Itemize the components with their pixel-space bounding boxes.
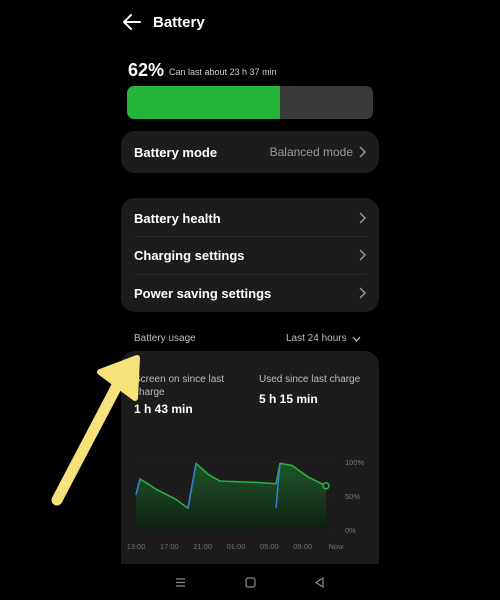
battery-settings-card: Battery health Charging settings Power s… [121, 198, 379, 312]
battery-level-bar [127, 86, 373, 119]
used-since-stat: Used since last charge 5 h 15 min [259, 373, 374, 406]
x-tick-label: 21:00 [193, 542, 212, 551]
chevron-right-icon [359, 249, 366, 261]
battery-level-fill [127, 86, 280, 119]
battery-usage-chart: 100% 50% 0% 13:00 17:00 21:00 01:00 05:00 09:00 N… [127, 458, 365, 551]
settings-item-power-saving[interactable]: Power saving settings [134, 275, 366, 311]
battery-percent: 62% [128, 60, 165, 80]
back-icon[interactable] [314, 577, 325, 588]
y-tick-label: 0% [345, 526, 356, 535]
used-since-value: 5 h 15 min [259, 392, 318, 406]
chevron-right-icon [359, 212, 366, 224]
settings-item-label: Charging settings [134, 247, 245, 263]
y-tick-label: 100% [345, 458, 365, 467]
y-tick-label: 50% [345, 492, 360, 501]
battery-remaining-time: Can last about 23 h 37 min [169, 67, 277, 77]
back-arrow-icon[interactable] [120, 10, 144, 34]
x-tick-label: 09:00 [293, 542, 312, 551]
chevron-down-icon [352, 336, 361, 342]
x-tick-label: Now [328, 542, 344, 551]
battery-mode-label: Battery mode [134, 144, 218, 160]
settings-item-label: Power saving settings [134, 285, 272, 301]
x-tick-label: 17:00 [160, 542, 179, 551]
page-title: Battery [153, 14, 205, 31]
battery-usage-label: Battery usage [134, 333, 196, 344]
usage-range-value: Last 24 hours [286, 333, 347, 344]
battery-mode-card[interactable]: Battery mode Balanced mode [121, 131, 379, 173]
usage-range-dropdown[interactable]: Last 24 hours [286, 333, 361, 344]
battery-mode-value: Balanced mode [269, 145, 353, 159]
x-tick-label: 05:00 [260, 542, 279, 551]
x-tick-label: 01:00 [227, 542, 246, 551]
settings-item-battery-health[interactable]: Battery health [134, 200, 366, 236]
chevron-right-icon [359, 146, 366, 158]
menu-icon[interactable] [175, 577, 186, 588]
settings-item-label: Battery health [134, 210, 221, 226]
chevron-right-icon [359, 287, 366, 299]
x-tick-label: 13:00 [127, 542, 146, 551]
home-icon[interactable] [245, 577, 256, 588]
current-point [322, 482, 330, 490]
series-area [136, 463, 326, 530]
annotation-arrow-icon [51, 355, 140, 506]
used-since-label: Used since last charge [259, 374, 361, 385]
battery-mode-row[interactable]: Battery mode Balanced mode [134, 134, 366, 170]
settings-item-charging-settings[interactable]: Charging settings [134, 237, 366, 273]
